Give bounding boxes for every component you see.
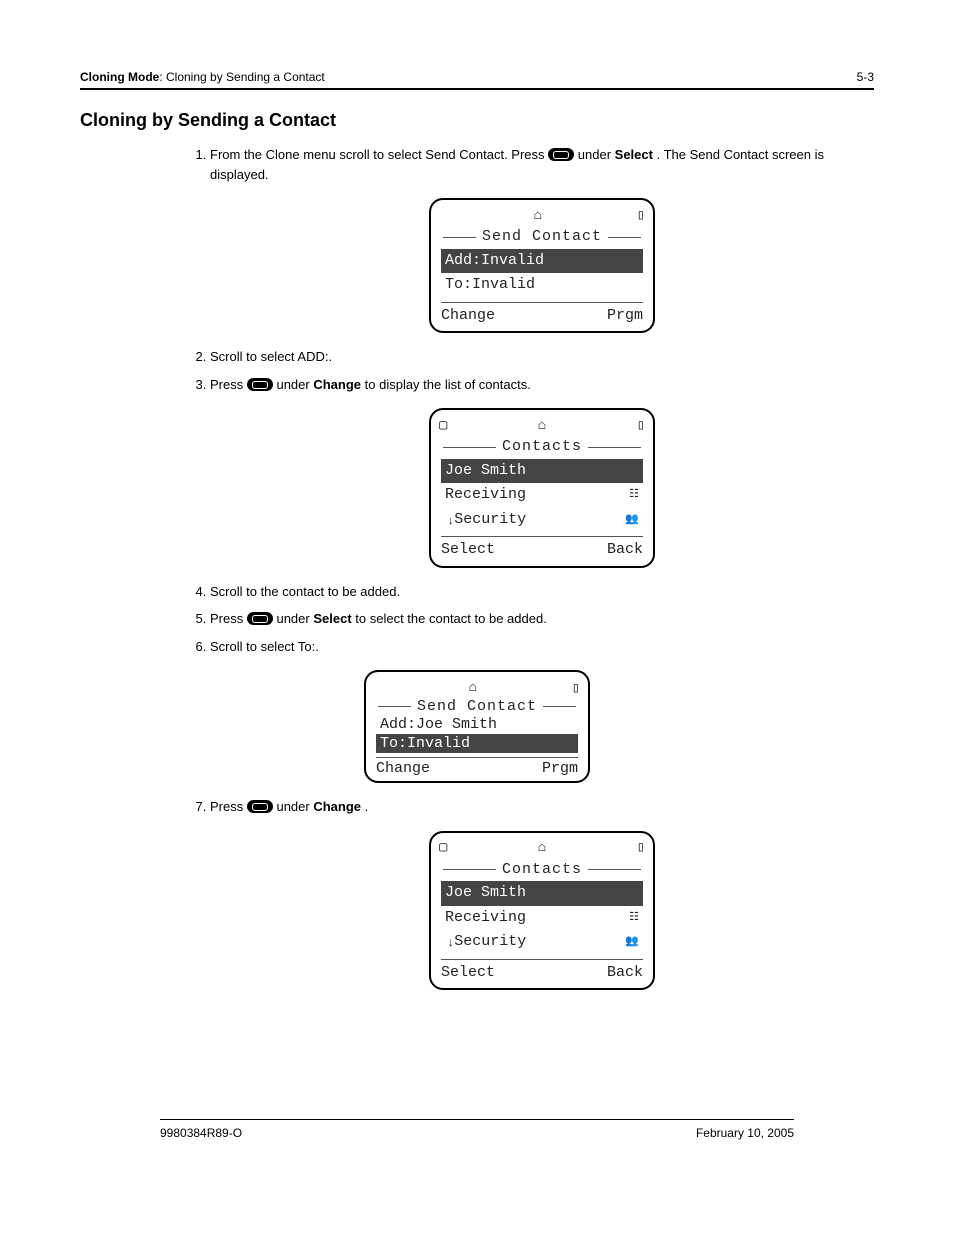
- lcd2-row-3: ↓ Security 👥: [437, 508, 647, 533]
- lcd1-softkey-right: Prgm: [607, 305, 643, 328]
- footer-docnum: 9980384R89-O: [160, 1126, 242, 1140]
- step-7: Press under Change . ▢ ⌂ ▯ Contacts Joe …: [210, 797, 874, 990]
- lcd-screen-contacts-1: ▢ ⌂ ▯ Contacts Joe Smith Receiving ☷ ↓ S…: [429, 408, 655, 568]
- lcd3-row-add: Add:Joe Smith: [372, 715, 582, 734]
- lcd4-softkey-right: Back: [607, 962, 643, 985]
- lcd1-row-add: Add:Invalid: [441, 249, 643, 274]
- lcd2-softkey-left: Select: [441, 539, 495, 562]
- home-icon: ⌂: [469, 680, 477, 696]
- lcd4-row-2: Receiving ☷: [437, 906, 647, 931]
- steps-list-2: Press under Change . ▢ ⌂ ▯ Contacts Joe …: [190, 797, 874, 990]
- lcd1-softkey-left: Change: [441, 305, 495, 328]
- lcd3-softkey-left: Change: [376, 760, 430, 777]
- group-icon: ☷: [629, 487, 639, 504]
- group-icon: ☷: [629, 910, 639, 927]
- lcd2-row-2-text: Receiving: [445, 484, 526, 507]
- step-3-change-label: Change: [313, 377, 361, 392]
- step-6: Scroll to select To:.: [210, 637, 874, 657]
- lcd2-row-2: Receiving ☷: [437, 483, 647, 508]
- lcd4-softkey-left: Select: [441, 962, 495, 985]
- header-pagenum: 5-3: [857, 70, 874, 84]
- header-section-bold: Cloning Mode: [80, 70, 159, 84]
- steps-list: From the Clone menu scroll to select Sen…: [190, 145, 874, 656]
- down-arrow-icon: ↓: [447, 512, 454, 530]
- page-header: Cloning Mode: Cloning by Sending a Conta…: [80, 70, 874, 90]
- step-7-text-d: .: [365, 799, 369, 814]
- step-5-text-d: to select the contact to be added.: [355, 611, 547, 626]
- lcd1-row-to: To:Invalid: [437, 273, 647, 298]
- step-2: Scroll to select ADD:.: [210, 347, 874, 367]
- lcd4-row-2-text: Receiving: [445, 907, 526, 930]
- step-1-select-label: Select: [615, 147, 653, 162]
- message-icon: ▢: [439, 838, 447, 859]
- oval-button-icon: [247, 612, 273, 625]
- lcd4-row-3-text: Security: [454, 931, 526, 954]
- home-icon: ⌂: [534, 206, 542, 227]
- home-icon: ⌂: [538, 838, 546, 859]
- battery-icon: ▯: [637, 206, 645, 227]
- lcd3-title: Send Contact: [411, 698, 543, 715]
- battery-icon: ▯: [637, 838, 645, 859]
- oval-button-icon: [247, 378, 273, 391]
- lcd-screen-send-contact-1: ⌂ ▯ Send Contact Add:Invalid To:Invalid …: [429, 198, 655, 333]
- lcd4-row-3: ↓ Security 👥: [437, 930, 647, 955]
- person-icon: 👥: [625, 934, 639, 951]
- lcd2-softkey-right: Back: [607, 539, 643, 562]
- page-footer: 9980384R89-O February 10, 2005: [160, 1119, 794, 1140]
- battery-icon: ▯: [572, 680, 580, 697]
- step-5-select-label: Select: [313, 611, 351, 626]
- message-icon: ▢: [439, 416, 447, 437]
- home-icon: ⌂: [538, 416, 546, 437]
- lcd3-softkey-right: Prgm: [542, 760, 578, 777]
- lcd-screen-send-contact-2: ⌂ ▯ Send Contact Add:Joe Smith To:Invali…: [364, 670, 590, 783]
- lcd2-row-1: Joe Smith: [441, 459, 643, 484]
- step-1: From the Clone menu scroll to select Sen…: [210, 145, 874, 333]
- person-icon: 👥: [625, 512, 639, 529]
- lcd2-row-3-text: Security: [454, 509, 526, 532]
- step-3-text-b: under: [276, 377, 313, 392]
- footer-date: February 10, 2005: [696, 1126, 794, 1140]
- header-section-rest: : Cloning by Sending a Contact: [159, 70, 324, 84]
- lcd4-title: Contacts: [496, 859, 588, 882]
- step-3-text-d: to display the list of contacts.: [365, 377, 531, 392]
- header-section: Cloning Mode: Cloning by Sending a Conta…: [80, 70, 325, 84]
- oval-button-icon: [548, 148, 574, 161]
- step-5-text-b: under: [276, 611, 313, 626]
- step-4: Scroll to the contact to be added.: [210, 582, 874, 602]
- lcd3-row-to: To:Invalid: [376, 734, 578, 753]
- step-5: Press under Select to select the contact…: [210, 609, 874, 629]
- oval-button-icon: [247, 800, 273, 813]
- lcd2-title: Contacts: [496, 436, 588, 459]
- step-3-text-a: Press: [210, 377, 247, 392]
- step-1-text-a: From the Clone menu scroll to select Sen…: [210, 147, 548, 162]
- step-7-text-b: under: [276, 799, 313, 814]
- step-7-change-label: Change: [313, 799, 361, 814]
- lcd4-row-1: Joe Smith: [441, 881, 643, 906]
- page-title: Cloning by Sending a Contact: [80, 110, 874, 131]
- lcd-screen-contacts-2: ▢ ⌂ ▯ Contacts Joe Smith Receiving ☷ ↓ S…: [429, 831, 655, 991]
- down-arrow-icon: ↓: [447, 934, 454, 952]
- step-1-text-b: under: [578, 147, 615, 162]
- step-7-text-a: Press: [210, 799, 247, 814]
- step-3: Press under Change to display the list o…: [210, 375, 874, 568]
- battery-icon: ▯: [637, 416, 645, 437]
- step-5-text-a: Press: [210, 611, 247, 626]
- lcd1-title: Send Contact: [476, 226, 608, 249]
